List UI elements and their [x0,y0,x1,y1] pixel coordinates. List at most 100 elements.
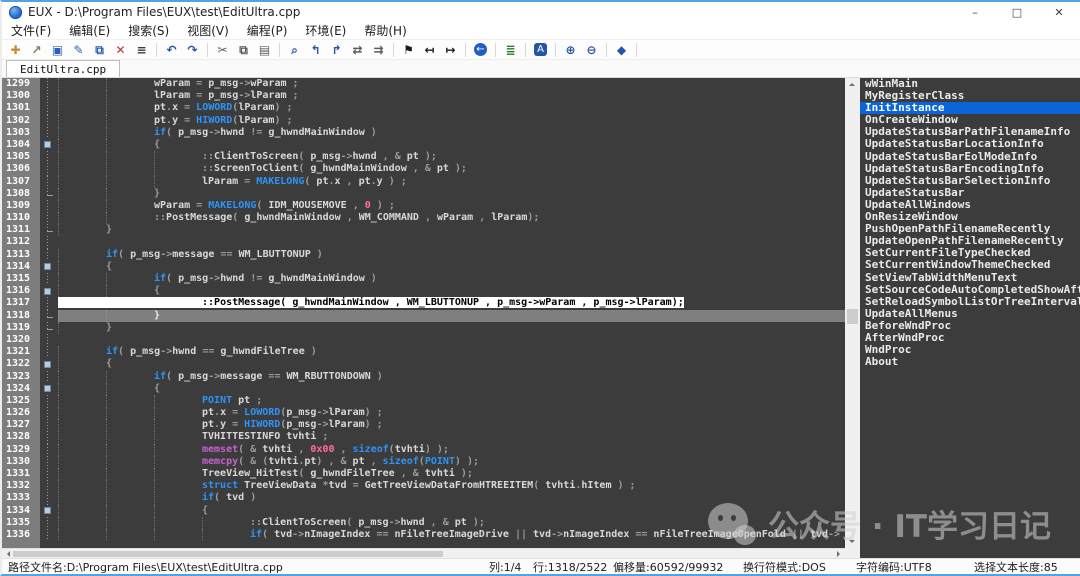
symbol-item[interactable]: UpdateStatusBarEolModeInfo [860,151,1080,163]
menu-item-3[interactable]: 视图(V) [178,22,238,39]
replace-button[interactable]: ⇄ [347,40,368,59]
symbol-item[interactable]: SetSourceCodeAutoCompletedShowAfter [860,284,1080,296]
menu-item-4[interactable]: 编程(P) [238,22,297,39]
code-line[interactable]: 1332struct TreeViewData *tvd = GetTreeVi… [2,480,845,492]
code-line[interactable]: 1327pt.y = HIWORD(p_msg->lParam) ; [2,419,845,431]
replace-in-files-button[interactable]: ⇉ [368,40,389,59]
code-line[interactable]: 1311} [2,224,845,236]
code-line[interactable]: 1316{ [2,285,845,297]
redo-button[interactable]: ↷ [182,40,203,59]
code-line[interactable]: 1315if( p_msg->hwnd != g_hwndMainWindow … [2,273,845,285]
bookmark-button[interactable]: ⚑ [398,40,419,59]
zoom-out-button[interactable]: ⊖ [581,40,602,59]
save-all-files-button[interactable]: ⧉ [89,40,110,59]
code-editor[interactable]: 1299wParam = p_msg->wParam ;1300lParam =… [2,78,845,548]
code-line[interactable]: 1336if( tvd->nImageIndex == nFileTreeIma… [2,529,845,541]
symbol-item[interactable]: UpdateStatusBarLocationInfo [860,138,1080,150]
fold-marker[interactable] [40,285,58,297]
copy-button[interactable]: ⧉ [233,40,254,59]
find-next-button[interactable]: ↱ [326,40,347,59]
new-file-button[interactable]: ✚ [5,40,26,59]
code-line[interactable]: 1329memset( & tvhti , 0x00 , sizeof(tvht… [2,444,845,456]
code-line[interactable]: 1334{ [2,505,845,517]
horizontal-scrollbar[interactable] [2,548,845,558]
fold-marker[interactable] [40,505,58,517]
code-line[interactable]: 1322{ [2,358,845,370]
code-line[interactable]: 1318} [2,310,845,322]
vertical-scrollbar[interactable] [845,78,860,558]
title-bar[interactable]: EUX - D:\Program Files\EUX\test\EditUltr… [2,2,1080,22]
open-file-button[interactable]: ↗ [26,40,47,59]
find-button[interactable]: ⌕ [284,40,305,59]
symbol-item[interactable]: UpdateStatusBarEncodingInfo [860,163,1080,175]
menu-item-2[interactable]: 搜索(S) [119,22,178,39]
maximize-button[interactable]: □ [996,2,1038,22]
find-previous-button[interactable]: ↰ [305,40,326,59]
paste-button[interactable]: ▤ [254,40,275,59]
close-file-button[interactable]: ✕ [110,40,131,59]
code-line[interactable]: 1300lParam = p_msg->lParam ; [2,90,845,102]
about-button[interactable]: ◆ [611,40,632,59]
code-line[interactable]: 1321if( p_msg->hwnd == g_hwndFileTree ) [2,346,845,358]
menu-item-6[interactable]: 帮助(H) [355,22,415,39]
scroll-left-arrow-icon[interactable] [4,551,10,557]
menu-item-1[interactable]: 编辑(E) [60,22,119,39]
fold-marker[interactable] [40,261,58,273]
code-line[interactable]: 1323if( p_msg->message == WM_RBUTTONDOWN… [2,371,845,383]
code-line[interactable]: 1328TVHITTESTINFO tvhti ; [2,431,845,443]
code-line[interactable]: 1301pt.x = LOWORD(lParam) ; [2,102,845,114]
code-line[interactable]: 1310::PostMessage( g_hwndMainWindow , WM… [2,212,845,224]
indent-guide [106,468,154,480]
code-line[interactable]: 1312 [2,236,845,248]
fold-marker[interactable] [40,358,58,370]
next-bookmark-button[interactable]: ↦ [440,40,461,59]
save-file-as-button[interactable]: ✎ [68,40,89,59]
show-eol-button[interactable]: ≣ [500,40,521,59]
code-line[interactable]: 1317::PostMessage( g_hwndMainWindow , WM… [2,297,845,309]
code-line[interactable]: 1299wParam = p_msg->wParam ; [2,78,845,90]
code-line[interactable]: 1305::ClientToScreen( p_msg->hwnd , & pt… [2,151,845,163]
save-file-button[interactable]: ▣ [47,40,68,59]
menu-item-0[interactable]: 文件(F) [2,22,60,39]
menu-item-5[interactable]: 环境(E) [296,22,355,39]
scroll-up-arrow-icon[interactable] [849,80,855,86]
code-line[interactable]: 1319} [2,322,845,334]
code-line[interactable]: 1320 [2,334,845,346]
code-line[interactable]: 1314{ [2,261,845,273]
code-line[interactable]: 1303if( p_msg->hwnd != g_hwndMainWindow … [2,127,845,139]
symbol-item[interactable]: About [860,356,1080,368]
undo-button[interactable]: ↶ [161,40,182,59]
close-button[interactable]: ✕ [1038,2,1080,22]
code-line[interactable]: 1331TreeView_HitTest( g_hwndFileTree , &… [2,468,845,480]
file-list-button[interactable]: ≡ [131,40,152,59]
previous-bookmark-button[interactable]: ↤ [419,40,440,59]
code-line[interactable]: 1330memcpy( & (tvhti.pt) , & pt , sizeof… [2,456,845,468]
minimize-button[interactable]: – [954,2,996,22]
code-line[interactable]: 1308} [2,188,845,200]
code-line[interactable]: 1307lParam = MAKELONG( pt.x , pt.y ) ; [2,176,845,188]
fold-marker[interactable] [40,139,58,151]
code-line[interactable]: 1333if( tvd ) [2,492,845,504]
code-line[interactable]: 1324{ [2,383,845,395]
vertical-scroll-thumb[interactable] [847,309,858,324]
syntax-highlight-button[interactable]: A [530,40,551,59]
code-line[interactable]: 1304{ [2,139,845,151]
symbol-item[interactable]: SetViewTabWidthMenuText [860,272,1080,284]
horizontal-scroll-thumb[interactable] [13,551,443,557]
code-line[interactable]: 1326pt.x = LOWORD(p_msg->lParam) ; [2,407,845,419]
code-line[interactable]: 1306::ScreenToClient( g_hwndMainWindow ,… [2,163,845,175]
code-line[interactable]: 1313if( p_msg->message == WM_LBUTTONUP ) [2,249,845,261]
navigate-back-button[interactable]: ← [470,40,491,59]
symbol-item[interactable]: SetReloadSymbolListOrTreeIntervalMe [860,296,1080,308]
scroll-right-arrow-icon[interactable] [837,551,843,557]
code-line[interactable]: 1335::ClientToScreen( p_msg->hwnd , & pt… [2,517,845,529]
symbol-item[interactable]: SetCurrentWindowThemeChecked [860,259,1080,271]
code-line[interactable]: 1325POINT pt ; [2,395,845,407]
fold-marker[interactable] [40,383,58,395]
scroll-down-arrow-icon[interactable] [849,540,855,546]
cut-button[interactable]: ✂ [212,40,233,59]
code-line[interactable]: 1309wParam = MAKELONG( IDM_MOUSEMOVE , 0… [2,200,845,212]
code-line[interactable]: 1302pt.y = HIWORD(lParam) ; [2,115,845,127]
zoom-in-button[interactable]: ⊕ [560,40,581,59]
tab-editultra-cpp[interactable]: EditUltra.cpp [6,60,120,77]
